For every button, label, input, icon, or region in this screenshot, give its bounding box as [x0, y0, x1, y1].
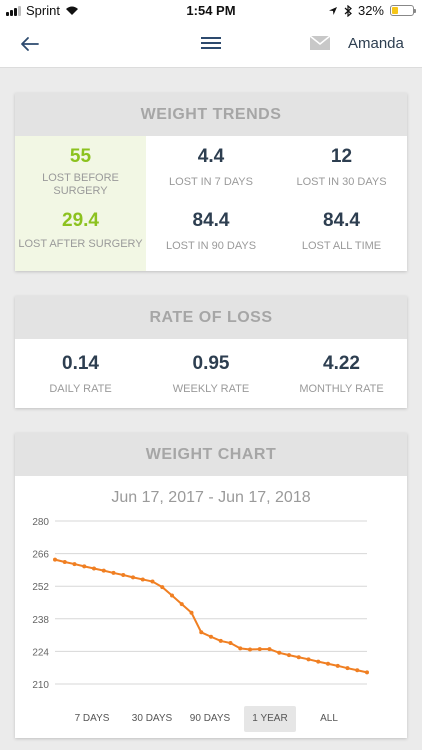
weight-line — [54, 558, 368, 674]
data-point — [140, 577, 145, 582]
data-point — [101, 568, 106, 573]
stat-label: WEEKLY RATE — [172, 383, 250, 395]
data-point — [150, 579, 155, 584]
stat-label: LOST ALL TIME — [301, 240, 382, 252]
data-point — [345, 666, 350, 671]
stat-value: 55 — [69, 146, 92, 167]
location-icon — [328, 6, 337, 15]
stat-value: 84.4 — [192, 210, 230, 231]
status-right: 32% — [328, 3, 416, 18]
range-all[interactable]: ALL — [302, 706, 356, 732]
data-point — [277, 650, 282, 655]
data-point — [355, 668, 360, 673]
data-point — [257, 647, 262, 652]
data-point — [131, 575, 135, 580]
y-tick-label: 210 — [32, 680, 49, 691]
data-point — [199, 630, 204, 635]
weight-trends-grid: 55 LOST BEFORE SURGERY 4.4 LOST IN 7 DAY… — [15, 136, 407, 271]
stat-lost-before-surgery: 55 LOST BEFORE SURGERY — [15, 146, 146, 198]
stat-value: 4.4 — [197, 146, 225, 167]
data-point — [170, 593, 174, 598]
stat-value: 12 — [330, 146, 353, 167]
data-point — [365, 670, 369, 675]
stat-lost-7-days: 4.4 LOST IN 7 DAYS — [146, 146, 276, 189]
data-point — [287, 653, 291, 658]
stat-label: DAILY RATE — [49, 383, 112, 395]
data-point — [72, 562, 77, 567]
stat-label: MONTHLY RATE — [299, 383, 384, 395]
weight-chart: 210 224 238 252 266 280 — [32, 517, 369, 691]
y-tick-label: 266 — [32, 550, 49, 561]
stat-lost-all-time: 84.4 LOST ALL TIME — [276, 210, 407, 253]
stat-value: 4.22 — [323, 353, 360, 374]
data-point — [238, 646, 243, 651]
y-tick-label: 238 — [32, 615, 49, 626]
stat-lost-30-days: 12 LOST IN 30 DAYS — [276, 146, 407, 189]
user-name-link[interactable]: Amanda — [348, 35, 404, 52]
rate-of-loss-grid: 0.14 DAILY RATE 0.95 WEEKLY RATE 4.22 MO… — [15, 339, 407, 408]
range-7-days[interactable]: 7 DAYS — [65, 706, 119, 732]
data-point — [248, 647, 252, 652]
bluetooth-icon — [344, 4, 352, 17]
stat-monthly-rate: 4.22 MONTHLY RATE — [276, 353, 407, 396]
range-90-days[interactable]: 90 DAYS — [183, 706, 237, 732]
data-point — [326, 661, 330, 666]
data-point — [82, 564, 87, 569]
data-point — [316, 659, 321, 664]
y-tick-label: 280 — [32, 517, 49, 528]
stat-lost-after-surgery: 29.4 LOST AFTER SURGERY — [15, 210, 146, 251]
stat-label: LOST BEFORE SURGERY — [42, 172, 119, 197]
stat-label: LOST IN 90 DAYS — [165, 240, 257, 252]
data-point — [121, 573, 126, 578]
rate-of-loss-title: RATE OF LOSS — [15, 296, 407, 339]
data-point — [111, 570, 116, 575]
data-point — [92, 566, 96, 571]
data-point — [160, 585, 165, 590]
data-point — [335, 663, 340, 668]
mail-icon[interactable] — [309, 34, 331, 52]
stat-value: 29.4 — [62, 210, 99, 231]
nav-bar: Amanda — [0, 22, 422, 68]
y-tick-label: 252 — [32, 582, 49, 593]
data-point — [179, 602, 184, 607]
stat-value: 0.95 — [192, 353, 230, 374]
menu-icon[interactable] — [199, 34, 223, 54]
weight-trends-title: WEIGHT TRENDS — [15, 93, 407, 136]
data-point — [296, 655, 301, 660]
stat-lost-90-days: 84.4 LOST IN 90 DAYS — [146, 210, 276, 253]
y-tick-label: 224 — [32, 647, 49, 658]
data-point — [228, 641, 233, 646]
data-point — [218, 638, 223, 643]
weight-chart-card: WEIGHT CHART Jun 17, 2017 - Jun 17, 2018… — [15, 433, 407, 738]
range-1-year[interactable]: 1 YEAR — [244, 706, 296, 732]
data-point — [189, 610, 194, 615]
stat-weekly-rate: 0.95 WEEKLY RATE — [146, 353, 276, 396]
battery-icon — [390, 5, 416, 16]
range-30-days[interactable]: 30 DAYS — [125, 706, 179, 732]
back-arrow-icon[interactable] — [14, 30, 44, 58]
battery-percent: 32% — [357, 3, 384, 18]
data-point — [209, 634, 213, 639]
stat-daily-rate: 0.14 DAILY RATE — [15, 353, 146, 396]
data-point — [267, 647, 272, 652]
weight-trends-card: WEIGHT TRENDS 55 LOST BEFORE SURGERY 4.4… — [15, 93, 407, 271]
stat-label: LOST IN 7 DAYS — [169, 176, 253, 188]
stat-label: LOST AFTER SURGERY — [18, 238, 143, 250]
rate-of-loss-card: RATE OF LOSS 0.14 DAILY RATE 0.95 WEEKLY… — [15, 296, 407, 408]
status-bar: Sprint 1:54 PM 32% — [0, 0, 422, 22]
stat-label: LOST IN 30 DAYS — [296, 176, 387, 188]
data-point — [53, 557, 57, 562]
data-point — [62, 559, 67, 564]
range-selector: 7 DAYS 30 DAYS 90 DAYS 1 YEAR ALL — [15, 706, 407, 732]
stat-value: 84.4 — [323, 210, 360, 231]
data-point — [306, 657, 311, 662]
stat-value: 0.14 — [62, 353, 99, 374]
